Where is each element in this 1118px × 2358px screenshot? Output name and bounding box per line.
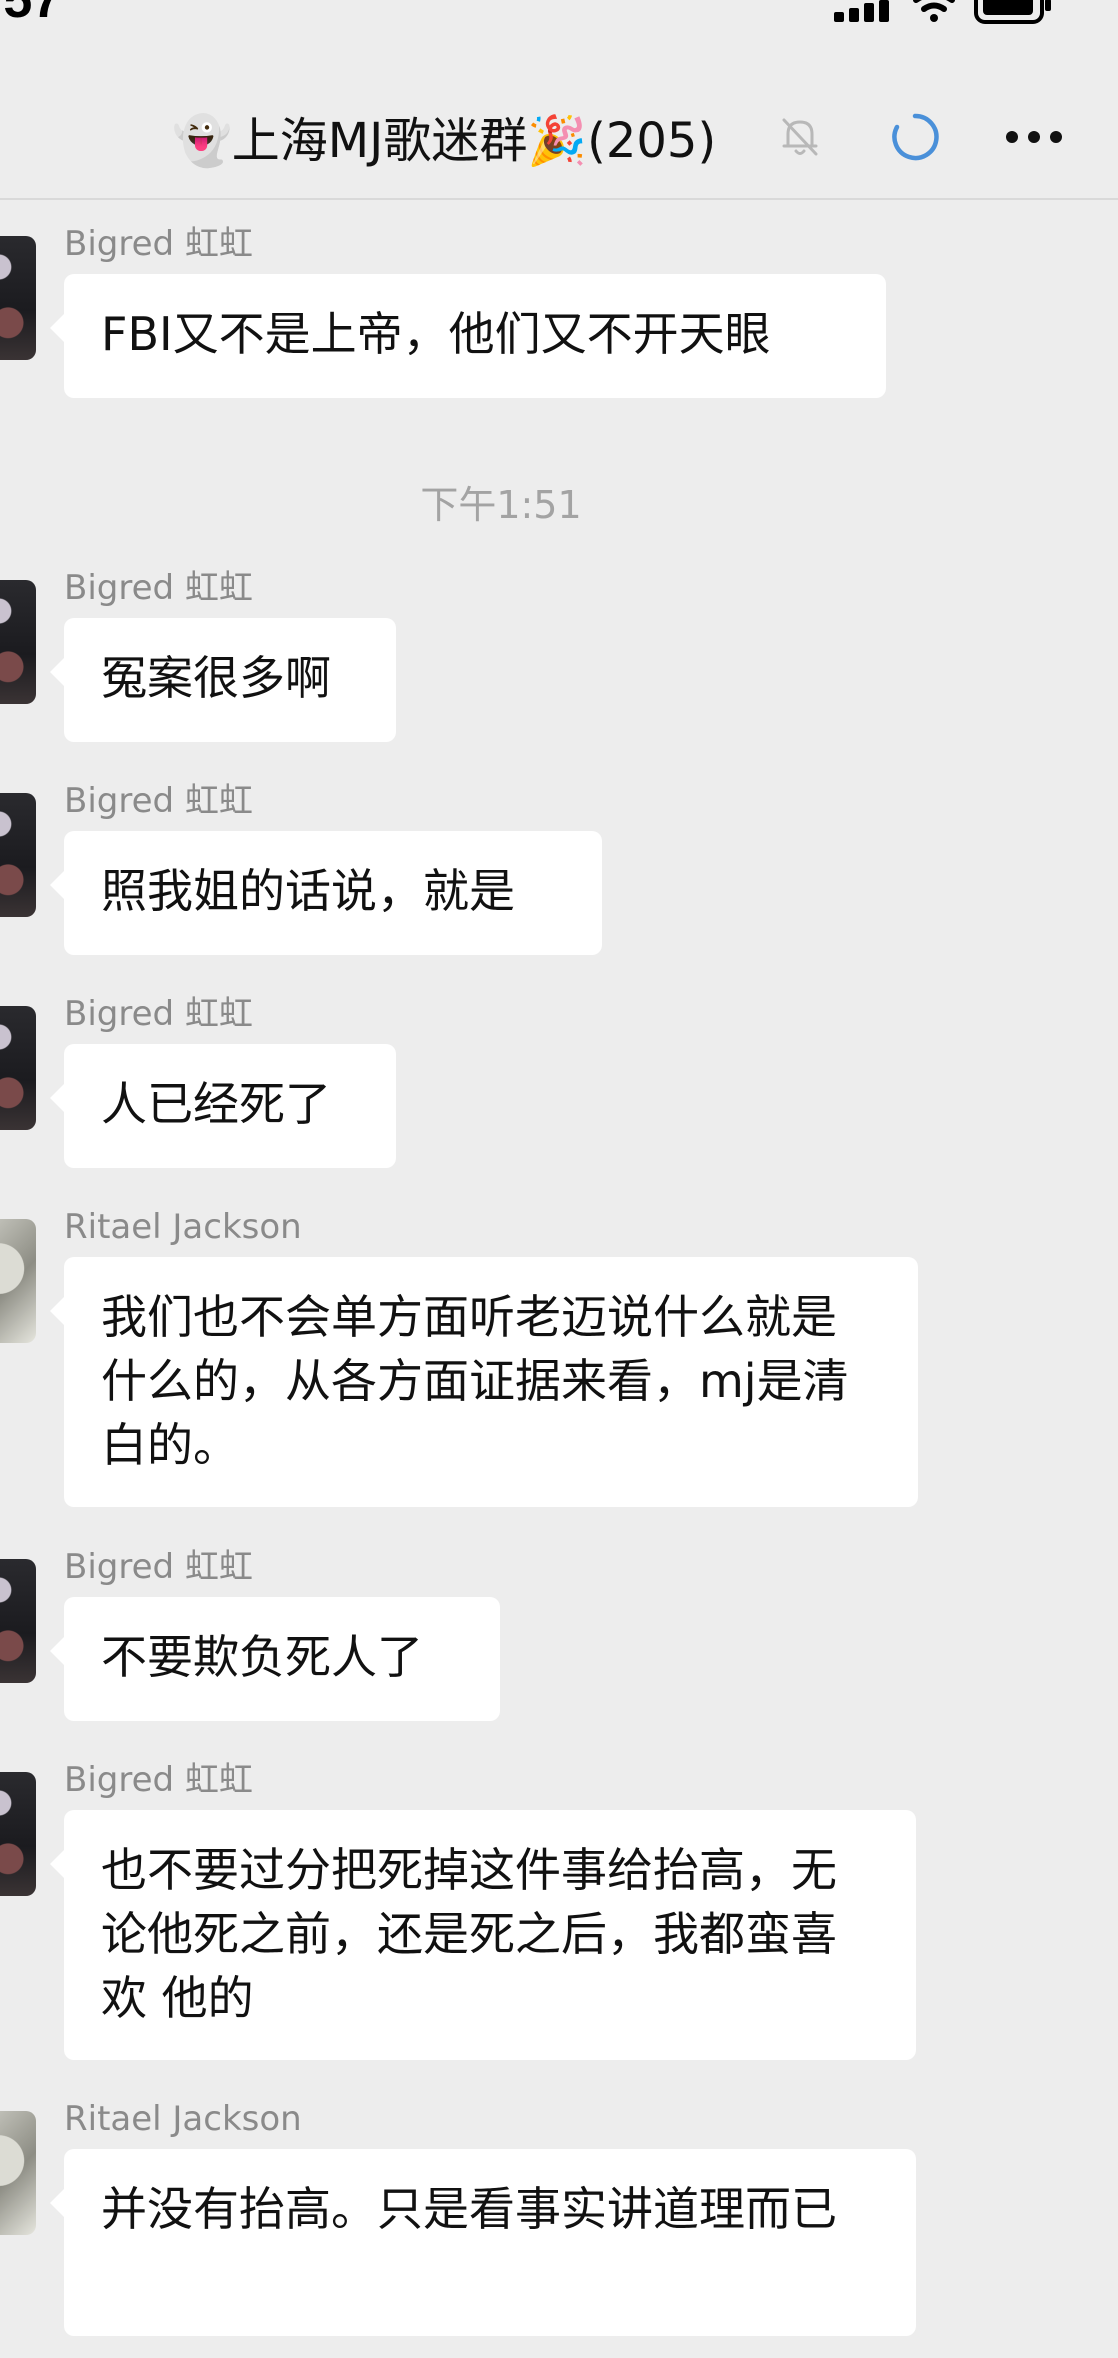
message-bubble[interactable]: 不要欺负死人了 [50,1597,500,1721]
time-divider-label: 下午1:51 [420,483,582,527]
avatar[interactable] [0,1559,36,1683]
signal-icon [834,0,889,22]
message-bubble[interactable]: 我们也不会单方面听老迈说什么就是什么的，从各方面证据来看，mj是清白的。 [50,1257,918,1507]
sender-name: Bigred 虹虹 [64,994,253,1034]
avatar[interactable] [0,236,36,360]
avatar[interactable] [0,580,36,704]
sender-name: Ritael Jackson [64,1207,302,1247]
message-bubble[interactable]: 人已经死了 [50,1044,396,1168]
message-item: Bigred 虹虹 人已经死了 [0,994,1118,1174]
sender-name: Ritael Jackson [64,2099,302,2139]
battery-icon [974,0,1051,24]
message-bubble[interactable]: 并没有抬高。只是看事实讲道理而已 [50,2149,916,2336]
loading-spinner-icon [892,113,939,161]
group-title[interactable]: 👻上海MJ歌迷群🎉(205) [172,100,716,172]
message-bubble[interactable]: 冤案很多啊 [50,618,396,742]
message-item: Bigred 虹虹 也不要过分把死掉这件事给抬高，无论他死之前，还是死之后，我都… [0,1760,1118,2060]
sender-name: Bigred 虹虹 [64,224,253,264]
message-item: Ritael Jackson 我们也不会单方面听老迈说什么就是什么的，从各方面证… [0,1207,1118,1507]
mute-bell-icon [782,118,818,156]
message-item: Bigred 虹虹 照我姐的话说，就是 [0,781,1118,961]
message-item: Bigred 虹虹 FBI又不是上帝，他们又不开天眼 [0,224,1118,404]
more-dots-icon[interactable] [1004,124,1064,150]
wifi-icon [913,0,955,22]
message-item: Ritael Jackson 并没有抬高。只是看事实讲道理而已 [0,2099,1118,2339]
message-item: Bigred 虹虹 冤案很多啊 [0,568,1118,748]
sender-name: Bigred 虹虹 [64,1760,253,1800]
sender-name: Bigred 虹虹 [64,1547,253,1587]
time-divider: 下午1:51 [0,474,1118,529]
message-bubble[interactable]: FBI又不是上帝，他们又不开天眼 [50,274,886,398]
avatar[interactable] [0,1219,36,1343]
chat-header: 👻上海MJ歌迷群🎉(205) [0,40,1118,200]
status-bar: :57 [0,0,1118,40]
message-bubble[interactable]: 照我姐的话说，就是 [50,831,602,955]
avatar[interactable] [0,1006,36,1130]
message-item: Bigred 虹虹 不要欺负死人了 [0,1547,1118,1727]
avatar[interactable] [0,2111,36,2235]
message-bubble[interactable]: 也不要过分把死掉这件事给抬高，无论他死之前，还是死之后，我都蛮喜欢 他的 [50,1810,916,2060]
avatar[interactable] [0,793,36,917]
sender-name: Bigred 虹虹 [64,568,253,608]
sender-name: Bigred 虹虹 [64,781,253,821]
status-time: :57 [0,0,62,29]
avatar[interactable] [0,1772,36,1896]
